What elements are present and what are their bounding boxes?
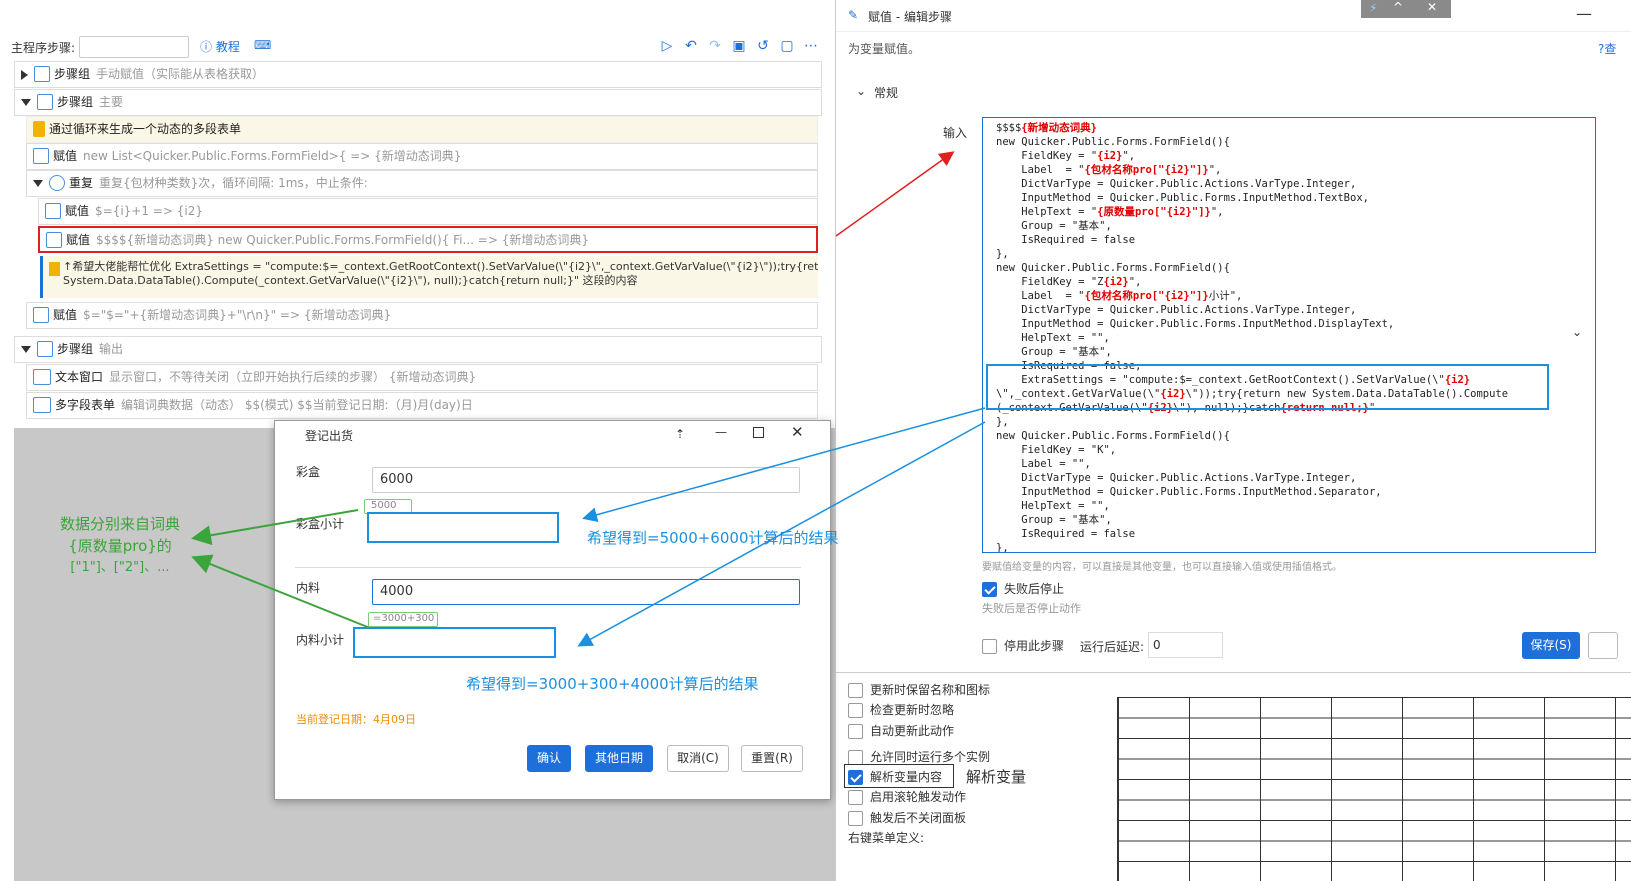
red-arrow — [835, 151, 955, 237]
green-line1: 数据分别来自词典 — [59, 515, 180, 533]
annotation-arrows — [191, 151, 986, 647]
green-line3: ["1"]、["2"]、... — [70, 560, 170, 575]
blue-arrow-1 — [582, 407, 986, 523]
green-line2: {原数量pro}的 — [68, 537, 172, 555]
green-annotation: 数据分别来自词典 {原数量pro}的 ["1"]、["2"]、... — [50, 513, 190, 579]
annotation-1: 希望得到=5000+6000计算后的结果 — [587, 529, 839, 547]
green-arrow-1 — [191, 509, 359, 546]
green-arrow-2 — [191, 554, 371, 629]
annotation-2: 希望得到=3000+300+4000计算后的结果 — [466, 675, 759, 693]
